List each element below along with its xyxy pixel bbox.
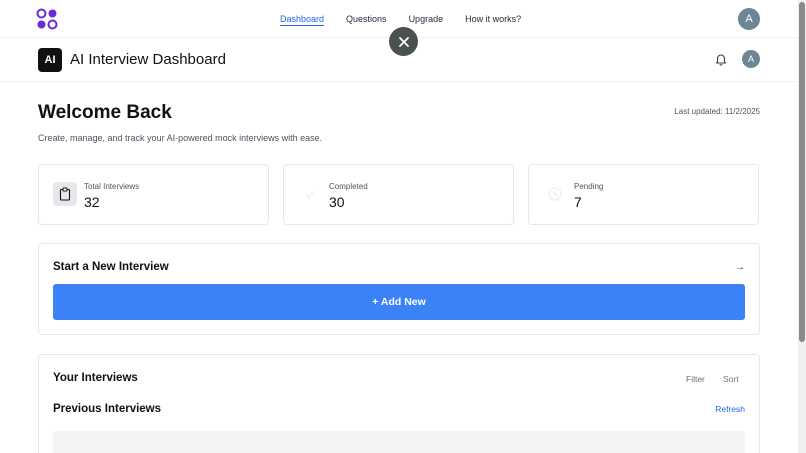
- new-interview-title: Start a New Interview: [53, 261, 169, 273]
- stat-card-pending: Pending 7: [528, 164, 759, 225]
- nav-links: Dashboard Questions Upgrade How it works…: [280, 14, 521, 26]
- previous-interviews-title: Previous Interviews: [53, 403, 162, 415]
- clipboard-icon: [53, 182, 77, 206]
- close-icon: [398, 36, 409, 47]
- stat-card-total: Total Interviews 32: [38, 164, 269, 225]
- bell-icon[interactable]: [714, 52, 728, 66]
- nav-link-how-it-works[interactable]: How it works?: [465, 14, 521, 26]
- close-button[interactable]: [389, 27, 418, 56]
- clock-icon: [543, 182, 567, 206]
- page-scrollbar[interactable]: [798, 0, 806, 453]
- sort-button[interactable]: Sort: [723, 374, 739, 384]
- page-title: AI Interview Dashboard: [70, 51, 226, 68]
- welcome-subtitle: Create, manage, and track your AI-powere…: [38, 133, 323, 143]
- your-interviews-title: Your Interviews: [53, 372, 138, 384]
- scrollbar-thumb[interactable]: [799, 2, 805, 342]
- nav-link-questions[interactable]: Questions: [346, 14, 387, 26]
- stat-value: 30: [329, 194, 345, 210]
- header-avatar[interactable]: A: [742, 50, 760, 68]
- check-icon: [298, 182, 322, 206]
- welcome-heading: Welcome Back: [38, 102, 172, 123]
- interviews-list-placeholder: [53, 431, 745, 453]
- nav-link-upgrade[interactable]: Upgrade: [409, 14, 444, 26]
- arrow-right-icon[interactable]: →: [735, 262, 745, 273]
- filter-button[interactable]: Filter: [686, 374, 705, 384]
- stat-value: 7: [574, 194, 582, 210]
- stat-value: 32: [84, 194, 100, 210]
- stat-label: Completed: [329, 182, 368, 191]
- nav-link-dashboard[interactable]: Dashboard: [280, 14, 325, 26]
- refresh-button[interactable]: Refresh: [715, 404, 745, 414]
- last-updated-text: Last updated: 11/2/2025: [674, 107, 760, 116]
- interviews-card: Your Interviews Filter Sort Previous Int…: [38, 354, 760, 453]
- user-avatar[interactable]: A: [738, 8, 760, 30]
- new-interview-card: Start a New Interview → + Add New: [38, 243, 760, 335]
- stat-card-completed: Completed 30: [283, 164, 514, 225]
- stat-label: Total Interviews: [84, 182, 140, 191]
- add-new-button[interactable]: + Add New: [53, 284, 745, 320]
- logo-icon[interactable]: [36, 8, 58, 30]
- brand-badge: AI: [38, 48, 62, 72]
- stat-label: Pending: [574, 182, 604, 191]
